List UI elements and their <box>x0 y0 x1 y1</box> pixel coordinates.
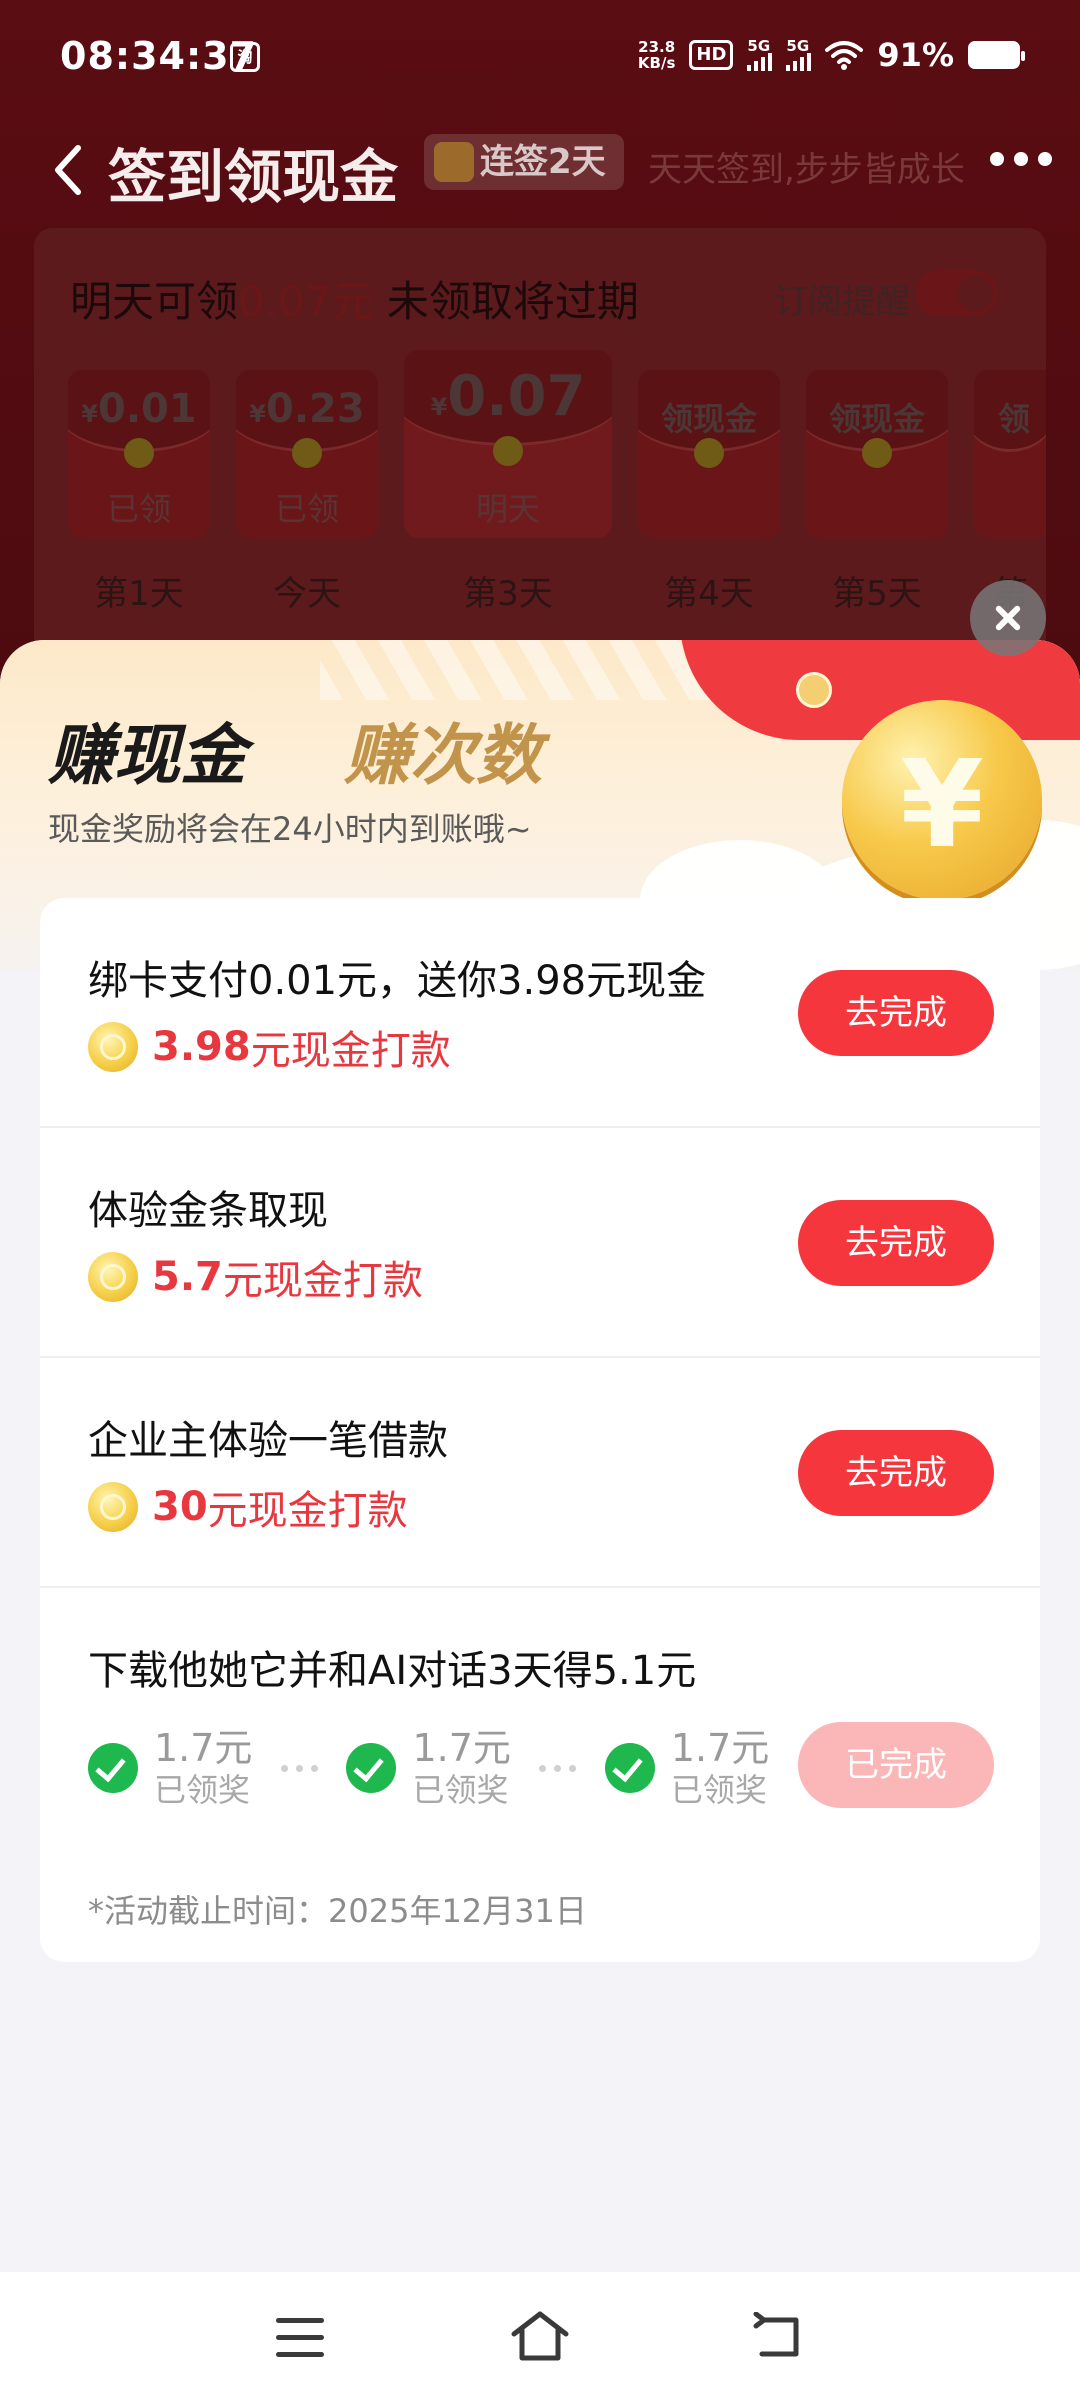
day-label: 第1天 <box>94 574 184 614</box>
step-connector <box>268 1764 330 1772</box>
taobao-notification-icon: 淘 <box>230 42 260 72</box>
hd-voice-icon: HD <box>689 40 734 70</box>
completed-button[interactable]: 已完成 <box>798 1722 994 1808</box>
day-envelope[interactable]: ¥0.23 已领 <box>236 370 378 538</box>
earn-cash-sheet: ¥ 赚现金 赚次数 现金奖励将会在24小时内到账哦~ 绑卡支付0.01元，送你3… <box>0 640 1080 2270</box>
subscribe-reminder-toggle[interactable] <box>916 270 998 316</box>
day-label: 第4天 <box>664 574 754 614</box>
step-connector <box>527 1764 589 1772</box>
day-label: 第3天 <box>463 574 553 614</box>
streak-badge: 连签2天 <box>424 134 624 190</box>
go-complete-button[interactable]: 去完成 <box>798 1200 994 1286</box>
day-envelope[interactable]: ¥0.01 已领 <box>68 370 210 538</box>
subscribe-reminder-label: 订阅提醒 <box>774 282 910 322</box>
coin-icon <box>694 438 724 468</box>
day-envelope-highlighted[interactable]: ¥0.07 明天 <box>404 350 612 538</box>
tab-earn-cash[interactable]: 赚现金 <box>41 702 259 798</box>
go-complete-button[interactable]: 去完成 <box>798 1430 994 1516</box>
back-nav-icon[interactable] <box>752 2312 806 2362</box>
task-item: 体验金条取现 5.7 元现金打款 去完成 <box>40 1128 1040 1358</box>
day-envelope-partial[interactable]: 领 <box>974 370 1046 538</box>
check-circle-icon <box>604 1743 655 1793</box>
home-icon[interactable] <box>508 2308 572 2364</box>
page-title: 签到领现金 <box>108 143 399 211</box>
task-step: 1.7元 已领奖 <box>88 1726 252 1810</box>
task-reward: 30 元现金打款 <box>88 1478 408 1536</box>
day-label: 第5天 <box>832 574 922 614</box>
task-reward: 3.98 元现金打款 <box>88 1018 451 1076</box>
task-step: 1.7元 已领奖 <box>346 1726 511 1810</box>
task-steps: 1.7元 已领奖 1.7元 已领奖 1.7元 已领奖 <box>88 1726 769 1810</box>
go-complete-button[interactable]: 去完成 <box>798 970 994 1056</box>
back-arrow-icon[interactable] <box>48 140 88 200</box>
check-circle-icon <box>346 1743 397 1793</box>
header-slogan: 天天签到,步步皆成长 <box>648 150 965 190</box>
multi-step-task: 下载他她它并和AI对话3天得5.1元 1.7元 已领奖 1.7元 已领奖 1.7… <box>40 1588 1040 1962</box>
coin-icon <box>292 438 322 468</box>
status-time: 08:34:37 <box>60 34 258 78</box>
coin-icon <box>88 1482 138 1532</box>
coin-icon <box>493 436 523 466</box>
task-title: 企业主体验一笔借款 <box>88 1418 448 1464</box>
activity-deadline: *活动截止时间：2025年12月31日 <box>88 1892 587 1930</box>
check-circle-icon <box>88 1743 138 1793</box>
streak-gem-icon <box>434 142 474 182</box>
signal-sim1-icon: 5G <box>747 39 773 71</box>
day-label: 今天 <box>273 574 341 614</box>
wifi-icon <box>825 41 864 70</box>
tab-earn-count[interactable]: 赚次数 <box>344 702 542 798</box>
checkin-card: 明天可领0.07元 未领取将过期 订阅提醒 ¥0.01 已领 第1天 ¥0.23… <box>34 228 1046 658</box>
battery-percent: 91% <box>877 36 954 74</box>
task-reward: 5.7 元现金打款 <box>88 1248 423 1306</box>
signal-sim2-icon: 5G <box>786 39 812 71</box>
coin-icon <box>88 1252 138 1302</box>
network-speed: 23.8 KB/s <box>637 38 676 72</box>
status-bar: 08:34:37 淘 23.8 KB/s HD 5G 5G 91% <box>0 0 1080 120</box>
task-step: 1.7元 已领奖 <box>604 1726 769 1810</box>
task-title: 体验金条取现 <box>88 1188 328 1234</box>
day-envelope[interactable]: 领现金 <box>638 370 780 538</box>
day-envelope[interactable]: 领现金 <box>806 370 948 538</box>
coin-icon <box>124 438 154 468</box>
task-item: 绑卡支付0.01元，送你3.98元现金 3.98 元现金打款 去完成 <box>40 898 1040 1128</box>
system-nav-bar <box>0 2272 1080 2400</box>
recent-apps-icon[interactable] <box>276 2318 324 2358</box>
more-options-icon[interactable] <box>990 152 1052 166</box>
task-title: 绑卡支付0.01元，送你3.98元现金 <box>88 958 707 1004</box>
sheet-subtitle: 现金奖励将会在24小时内到账哦~ <box>48 810 532 848</box>
background-page: 08:34:37 淘 23.8 KB/s HD 5G 5G 91% 签到领现金 … <box>0 0 1080 700</box>
close-sheet-button[interactable] <box>970 580 1046 656</box>
task-item: 企业主体验一笔借款 30 元现金打款 去完成 <box>40 1358 1040 1588</box>
coin-icon <box>88 1022 138 1072</box>
small-coin-icon <box>796 672 832 708</box>
battery-icon <box>968 41 1025 69</box>
status-indicators: 23.8 KB/s HD 5G 5G 91% <box>637 36 1025 74</box>
page-header: 签到领现金 连签2天 天天签到,步步皆成长 <box>0 120 1080 220</box>
task-title: 下载他她它并和AI对话3天得5.1元 <box>88 1648 697 1694</box>
coin-icon <box>862 438 892 468</box>
task-list: 绑卡支付0.01元，送你3.98元现金 3.98 元现金打款 去完成 体验金条取… <box>40 898 1040 1962</box>
tomorrow-notice: 明天可领0.07元 未领取将过期 <box>70 277 639 326</box>
yuan-coin-icon: ¥ <box>842 700 1042 900</box>
